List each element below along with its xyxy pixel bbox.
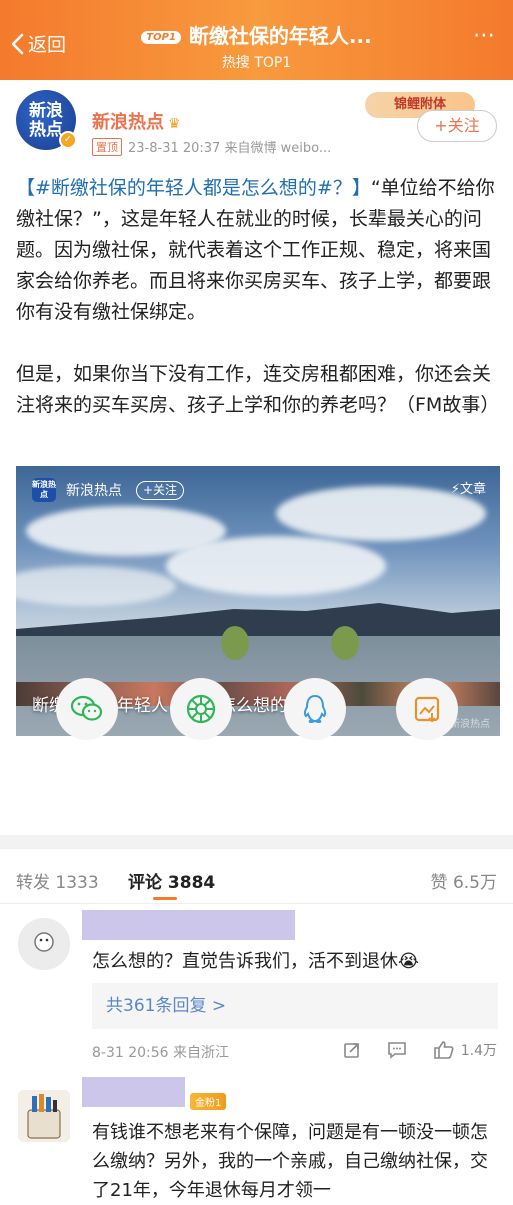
pinned-badge: 置顶 <box>92 138 122 156</box>
thumbs-up-icon <box>433 1041 454 1059</box>
hashtag-link[interactable]: 【#断缴社保的年轻人都是怎么想的#？】 <box>16 177 371 199</box>
post-paragraph-1: 【#断缴社保的年轻人都是怎么想的#？】“单位给不给你缴社保？”，这是年轻人在就业… <box>16 173 500 328</box>
moments-icon <box>186 694 216 724</box>
share-comment-button[interactable] <box>343 1041 361 1059</box>
avatar-image <box>18 1090 70 1142</box>
avatar-image <box>18 918 70 970</box>
crown-icon: ♛ <box>168 116 181 132</box>
commenter-name-redacted <box>82 910 295 940</box>
tree <box>331 626 359 660</box>
article-link[interactable]: ⚡文章 <box>451 478 486 497</box>
author-avatar[interactable]: 新浪热点 ✓ <box>16 90 77 150</box>
author-name-text: 新浪热点 <box>92 112 164 133</box>
share-wechat-button[interactable] <box>56 678 118 740</box>
post-time-source: 23-8-31 20:37 来自微博 weibo... <box>128 141 332 156</box>
more-options-icon[interactable]: ⋯ <box>473 25 497 47</box>
view-replies-link[interactable]: 共361条回复 > <box>92 983 498 1029</box>
fan-badge: 金粉1 <box>190 1093 227 1110</box>
share-icon <box>343 1043 359 1058</box>
top1-badge: TOP1 <box>141 31 181 44</box>
channel-name: 新浪热点 <box>66 483 122 499</box>
video-channel: 新浪热点 新浪热点 +关注 <box>32 478 185 502</box>
top-bar: 返回 TOP1 断缴社保的年轻人... 热搜 TOP1 ⋯ <box>0 0 513 80</box>
comment-text: 怎么想的？直觉告诉我们，活不到退休😭 <box>92 951 420 972</box>
active-tab-indicator <box>153 897 177 900</box>
verified-icon: ✓ <box>59 131 77 149</box>
comment-avatar[interactable] <box>18 918 70 970</box>
title-text: 断缴社保的年轻人... <box>188 24 372 48</box>
author-name[interactable]: 新浪热点 ♛ <box>92 108 181 134</box>
post-paragraph-2: 但是，如果你当下没有工作，连交房租都困难，你还会关注将来的买车买房、孩子上学和你… <box>16 363 500 416</box>
save-image-icon <box>414 696 440 723</box>
post-text: 【#断缴社保的年轻人都是怎么想的#？】“单位给不给你缴社保？”，这是年轻人在就业… <box>16 173 500 452</box>
save-image-button[interactable] <box>396 678 458 740</box>
tree <box>221 626 249 660</box>
share-moments-button[interactable] <box>170 678 232 740</box>
tab-repost[interactable]: 转发 1333 <box>16 868 99 893</box>
page-subtitle: 热搜 TOP1 <box>221 55 292 71</box>
interaction-tabs: 转发 1333 评论 3884 赞 6.5万 <box>0 860 513 900</box>
comment-meta: 8-31 20:56 来自浙江 <box>92 1045 230 1061</box>
reply-comment-button[interactable] <box>387 1041 407 1059</box>
commenter-name-redacted <box>82 1077 185 1107</box>
follow-button[interactable]: +关注 <box>417 110 497 142</box>
tab-likes[interactable]: 赞 6.5万 <box>431 868 497 893</box>
video-follow-button[interactable]: +关注 <box>136 480 185 500</box>
like-count: 1.4万 <box>460 1043 497 1059</box>
section-divider <box>0 835 513 849</box>
comment-avatar[interactable] <box>18 1090 70 1142</box>
tabs-divider <box>0 903 513 904</box>
comment-icon <box>387 1042 406 1059</box>
post-meta: 置顶 23-8-31 20:37 来自微博 weibo... <box>92 137 331 156</box>
wechat-icon <box>70 695 103 721</box>
cloud <box>166 536 386 596</box>
comment-actions: 1.4万 <box>343 1040 497 1060</box>
tab-comments[interactable]: 评论 3884 <box>128 868 215 893</box>
qq-icon <box>303 694 327 724</box>
share-qq-button[interactable] <box>284 678 346 740</box>
channel-logo: 新浪热点 <box>32 478 56 502</box>
like-comment-button[interactable]: 1.4万 <box>433 1040 497 1060</box>
comment-text: 有钱谁不想老来有个保障，问题是有一顿没一顿怎么缴纳？另外，我的一个亲戚，自己缴纳… <box>92 1122 488 1201</box>
share-row <box>0 672 513 742</box>
page-title: TOP1 断缴社保的年轻人... <box>0 20 513 49</box>
